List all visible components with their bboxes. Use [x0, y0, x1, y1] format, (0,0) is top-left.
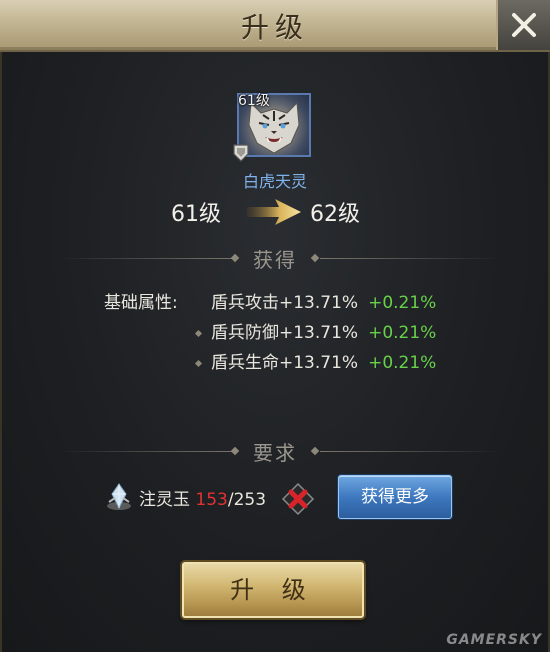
divider-right [320, 258, 500, 259]
hero-name: 白虎天灵 [242, 172, 307, 191]
req-need: /253 [227, 490, 267, 510]
requirement: 注灵玉 153/253 [139, 485, 266, 510]
bullet-icon [194, 329, 203, 337]
x-mark-icon [281, 482, 315, 516]
divider-right [320, 451, 500, 452]
attr-bonus: +0.21% [368, 293, 437, 313]
gem-icon [107, 483, 131, 510]
attr-row: 盾兵攻击+13.71% +0.21% [211, 288, 436, 313]
upgrade-button[interactable]: 升 级 [182, 562, 364, 618]
req-item-name: 注灵玉 [139, 490, 190, 510]
shield-badge-icon [233, 144, 249, 162]
attr-bonus: +0.21% [368, 353, 437, 373]
attr-text: 盾兵攻击+13.71% [211, 293, 359, 313]
next-level: 62级 [310, 202, 360, 227]
bullet-icon [194, 359, 203, 367]
close-icon [512, 13, 536, 37]
attr-text: 盾兵生命+13.71% [211, 353, 359, 373]
arrow-right-icon [247, 199, 301, 225]
attr-bonus: +0.21% [368, 323, 437, 343]
get-more-button[interactable]: 获得更多 [338, 475, 452, 519]
dialog-title: 升级 [240, 11, 309, 44]
portrait-level: 61级 [238, 93, 270, 109]
attr-text: 盾兵防御+13.71% [211, 323, 359, 343]
title-bar: 升级 [0, 0, 550, 52]
attr-row: 盾兵防御+13.71% +0.21% [194, 318, 437, 343]
require-section-header: 要求 [0, 437, 550, 467]
req-have: 153 [195, 490, 228, 510]
gain-section-header: 获得 [0, 244, 550, 274]
attr-row: 盾兵生命+13.71% +0.21% [194, 348, 437, 373]
current-level: 61级 [171, 202, 221, 227]
base-attr-label: 基础属性: [104, 293, 178, 313]
close-button[interactable] [496, 0, 550, 50]
watermark: GAMERSKY [446, 632, 542, 648]
